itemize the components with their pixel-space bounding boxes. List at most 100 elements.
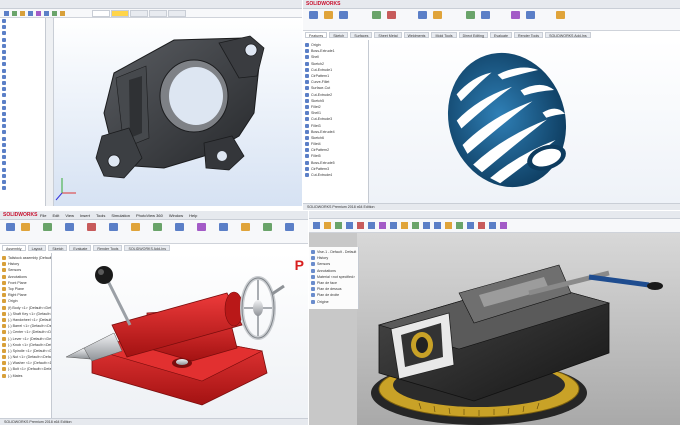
tree-item-label: Right Plane: [8, 293, 27, 298]
ribbon-button[interactable]: [357, 222, 364, 229]
ribbon-button[interactable]: [62, 223, 76, 231]
tree-item[interactable]: Origine: [309, 299, 358, 305]
menu-item[interactable]: File: [40, 213, 46, 218]
ribbon-button[interactable]: [324, 222, 331, 229]
ribbon-button[interactable]: [401, 222, 408, 229]
tab[interactable]: Sketch: [48, 245, 68, 251]
ribbon-button[interactable]: [336, 11, 350, 19]
feature-icon: [311, 274, 315, 279]
feature-icon: [305, 173, 309, 178]
ribbon-button[interactable]: [282, 223, 296, 231]
ribbon-button[interactable]: [321, 11, 335, 19]
ribbon-button[interactable]: [456, 222, 463, 229]
tab[interactable]: Evaluate: [489, 32, 512, 38]
solidworks-window-bottom-left: SOLIDWORKS File Edit View Insert Tools Simula…: [0, 211, 308, 425]
ribbon-button[interactable]: [18, 223, 32, 231]
toolbar-button[interactable]: [52, 11, 57, 16]
tree-item-label: Fillet5: [311, 154, 321, 159]
ribbon-button[interactable]: [553, 11, 567, 19]
menu-item[interactable]: Tools: [96, 213, 105, 218]
tab[interactable]: Weldments: [403, 32, 430, 38]
tab[interactable]: Features: [305, 32, 328, 38]
tab[interactable]: Direct Editing: [458, 32, 488, 38]
tab[interactable]: Evaluate: [69, 245, 92, 251]
tab[interactable]: Render Tools: [513, 32, 544, 38]
ribbon-button[interactable]: [368, 222, 375, 229]
toolbar-button[interactable]: [20, 11, 25, 16]
tree-item[interactable]: [0, 185, 45, 191]
feature-icon: [2, 43, 6, 48]
menu-item[interactable]: PhotoView 360: [136, 213, 163, 218]
ribbon-button[interactable]: [423, 222, 430, 229]
ribbon-button[interactable]: [150, 223, 164, 231]
ribbon-button[interactable]: [3, 223, 17, 231]
toolbar-button[interactable]: [12, 11, 17, 16]
ribbon-button[interactable]: [106, 223, 120, 231]
tree-item[interactable]: Cut-Extrude4: [303, 172, 368, 178]
feature-icon: [305, 92, 309, 97]
ribbon-button[interactable]: [335, 222, 342, 229]
ribbon-button[interactable]: [379, 222, 386, 229]
menu-item[interactable]: View: [65, 213, 74, 218]
ribbon-button[interactable]: [306, 11, 320, 19]
ribbon-button[interactable]: [508, 11, 522, 19]
ribbon-button[interactable]: [467, 222, 474, 229]
ribbon-button[interactable]: [216, 223, 230, 231]
menu-item[interactable]: Insert: [80, 213, 90, 218]
menu-item[interactable]: Help: [189, 213, 197, 218]
tab[interactable]: Assembly: [2, 245, 26, 251]
ribbon-button[interactable]: [128, 223, 142, 231]
toolbar-button[interactable]: [44, 11, 49, 16]
tab[interactable]: Render Tools: [93, 245, 123, 251]
menu-item[interactable]: Edit: [52, 213, 59, 218]
document-tab[interactable]: [130, 10, 148, 17]
toolbar-button[interactable]: [60, 11, 65, 16]
tab[interactable]: Layout: [27, 245, 47, 251]
toolbar-button[interactable]: [28, 11, 33, 16]
tab[interactable]: Sketch: [329, 32, 349, 38]
tree-item-label: (-) Knob <1> (Default<<Default: [8, 342, 51, 347]
toolbar-button[interactable]: [36, 11, 41, 16]
tab[interactable]: Sheet Metal: [374, 32, 402, 38]
ribbon-button[interactable]: [415, 11, 429, 19]
graphics-area[interactable]: [369, 40, 680, 203]
ribbon-button[interactable]: [194, 223, 208, 231]
ribbon-button[interactable]: [430, 11, 444, 19]
ribbon-button[interactable]: [445, 222, 452, 229]
menu-item[interactable]: Window: [169, 213, 183, 218]
tab[interactable]: Surfaces: [350, 32, 373, 38]
ribbon-button[interactable]: [346, 222, 353, 229]
menu-item[interactable]: Simulation: [111, 213, 130, 218]
tab[interactable]: Mold Tools: [431, 32, 457, 38]
tab[interactable]: SOLIDWORKS Add-Ins: [124, 245, 171, 251]
ribbon-button[interactable]: [412, 222, 419, 229]
ribbon-button[interactable]: [434, 222, 441, 229]
feature-icon: [2, 124, 6, 129]
tree-item[interactable]: (-) Mates: [0, 373, 51, 379]
document-tab[interactable]: [168, 10, 186, 17]
document-tab[interactable]: [149, 10, 167, 17]
ribbon-button[interactable]: [390, 222, 397, 229]
ribbon-button[interactable]: [478, 222, 485, 229]
ribbon-button[interactable]: [489, 222, 496, 229]
ribbon-button[interactable]: [463, 11, 477, 19]
ribbon-button[interactable]: [478, 11, 492, 19]
document-tab[interactable]: [92, 10, 110, 17]
document-tab[interactable]: [111, 10, 129, 17]
tab[interactable]: SOLIDWORKS Add-Ins: [545, 32, 591, 38]
ribbon-button[interactable]: [523, 11, 537, 19]
ribbon-button[interactable]: [260, 223, 274, 231]
ribbon-button[interactable]: [384, 11, 398, 19]
graphics-area[interactable]: P: [52, 253, 308, 418]
toolbar-button[interactable]: [4, 11, 9, 16]
ribbon-button[interactable]: [84, 223, 98, 231]
feature-icon: [2, 311, 6, 316]
ribbon-button[interactable]: [238, 223, 252, 231]
ribbon-button[interactable]: [313, 222, 320, 229]
ribbon-button[interactable]: [40, 223, 54, 231]
ribbon-button[interactable]: [500, 222, 507, 229]
3d-viewport[interactable]: [54, 18, 302, 206]
ribbon-button[interactable]: [172, 223, 186, 231]
ribbon-button[interactable]: [369, 11, 383, 19]
tree-item-label: Shell: [311, 55, 319, 60]
